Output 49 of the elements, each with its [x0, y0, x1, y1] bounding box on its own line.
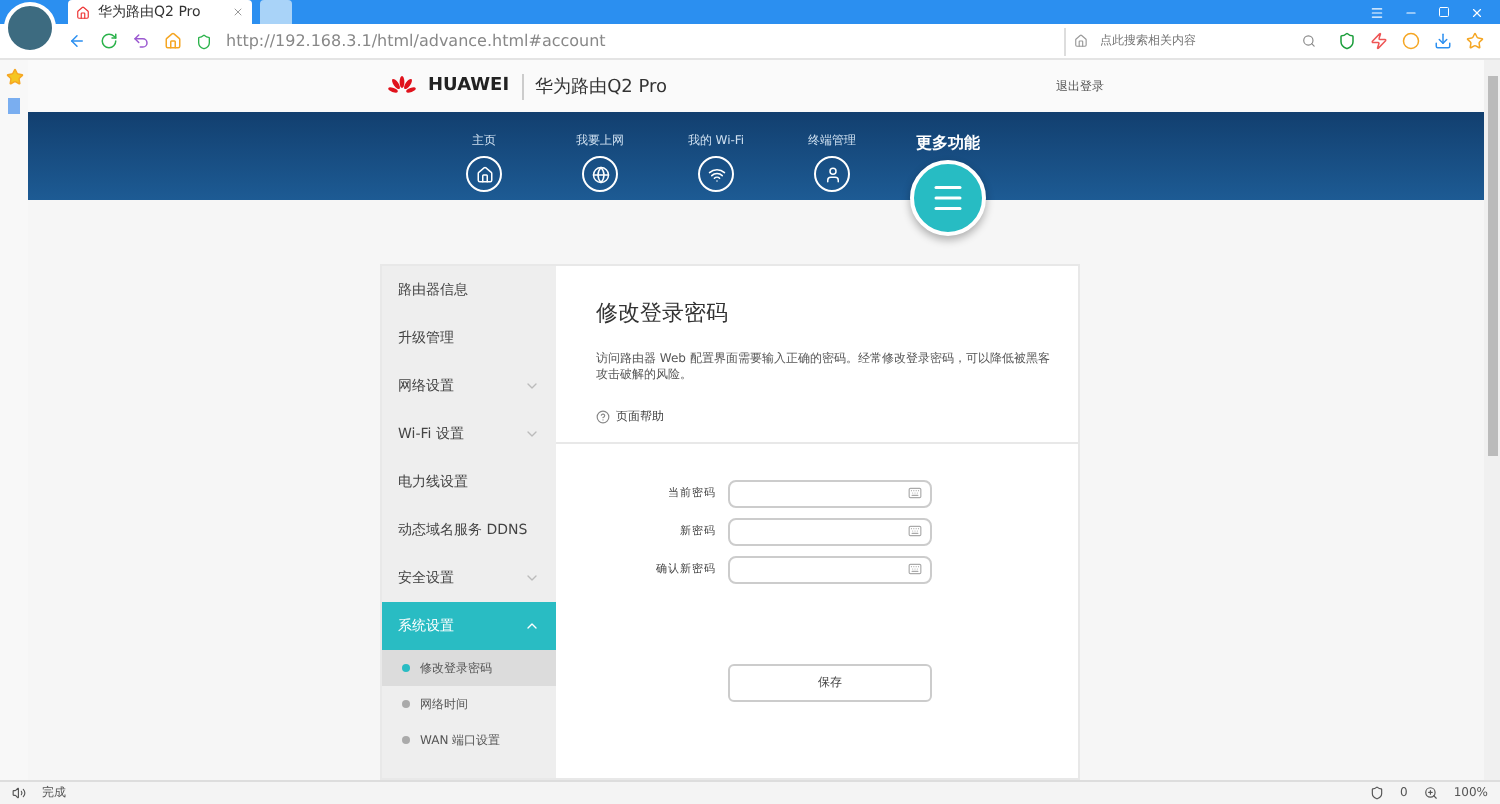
wifi-icon	[707, 165, 725, 183]
nav-button[interactable]	[910, 160, 986, 236]
password-field[interactable]	[728, 517, 932, 546]
user-icon	[823, 165, 841, 183]
chevron-down-icon	[524, 378, 540, 394]
home-icon[interactable]	[164, 32, 182, 50]
home-icon	[475, 165, 493, 183]
globe-icon	[591, 165, 609, 183]
maximize-icon[interactable]	[1438, 6, 1450, 18]
help-icon	[596, 409, 610, 424]
bolt-icon[interactable]	[1370, 32, 1388, 50]
password-field[interactable]	[728, 555, 932, 584]
star-icon[interactable]	[1466, 32, 1484, 50]
tab-favicon-icon	[76, 5, 90, 19]
scrollbar-thumb[interactable]	[1487, 76, 1497, 456]
nav-button[interactable]	[582, 156, 618, 192]
zoom-icon[interactable]	[1423, 786, 1438, 800]
shield-icon[interactable]	[1338, 32, 1356, 50]
menu-icon[interactable]	[1370, 5, 1384, 19]
nav-button[interactable]	[698, 156, 734, 192]
undo-icon[interactable]	[132, 32, 150, 50]
speaker-icon[interactable]	[12, 786, 26, 800]
keyboard-icon[interactable]	[908, 486, 922, 501]
chevron-up-icon	[524, 618, 540, 634]
download-icon[interactable]	[1434, 32, 1452, 50]
keyboard-icon[interactable]	[908, 524, 922, 539]
page-title: 修改登录密码	[596, 298, 730, 328]
close-tab-icon[interactable]	[232, 6, 244, 18]
shield-icon[interactable]	[1370, 786, 1385, 800]
reload-icon[interactable]	[100, 32, 118, 50]
address-bar[interactable]: http://192.168.3.1/html/advance.html#account	[226, 32, 606, 50]
house-icon	[1074, 34, 1088, 48]
circle-icon[interactable]	[1402, 32, 1420, 50]
chevron-down-icon	[524, 570, 540, 586]
nav-label: 更多功能	[916, 132, 980, 154]
menu-icon	[930, 180, 966, 216]
password-field[interactable]	[728, 479, 932, 508]
logo-icon	[388, 76, 416, 96]
chevron-down-icon	[524, 426, 540, 442]
product-name: 华为路由Q2 Pro	[521, 73, 668, 99]
star-icon[interactable]	[5, 68, 23, 86]
nav-button[interactable]	[814, 156, 850, 192]
back-icon[interactable]	[68, 32, 86, 50]
search-icon[interactable]	[1302, 34, 1316, 48]
brand-name: HUAWEI	[428, 76, 510, 96]
nav-button[interactable]	[466, 156, 502, 192]
keyboard-icon[interactable]	[908, 562, 922, 577]
shield-icon	[196, 33, 212, 49]
close-icon[interactable]	[1470, 5, 1484, 19]
